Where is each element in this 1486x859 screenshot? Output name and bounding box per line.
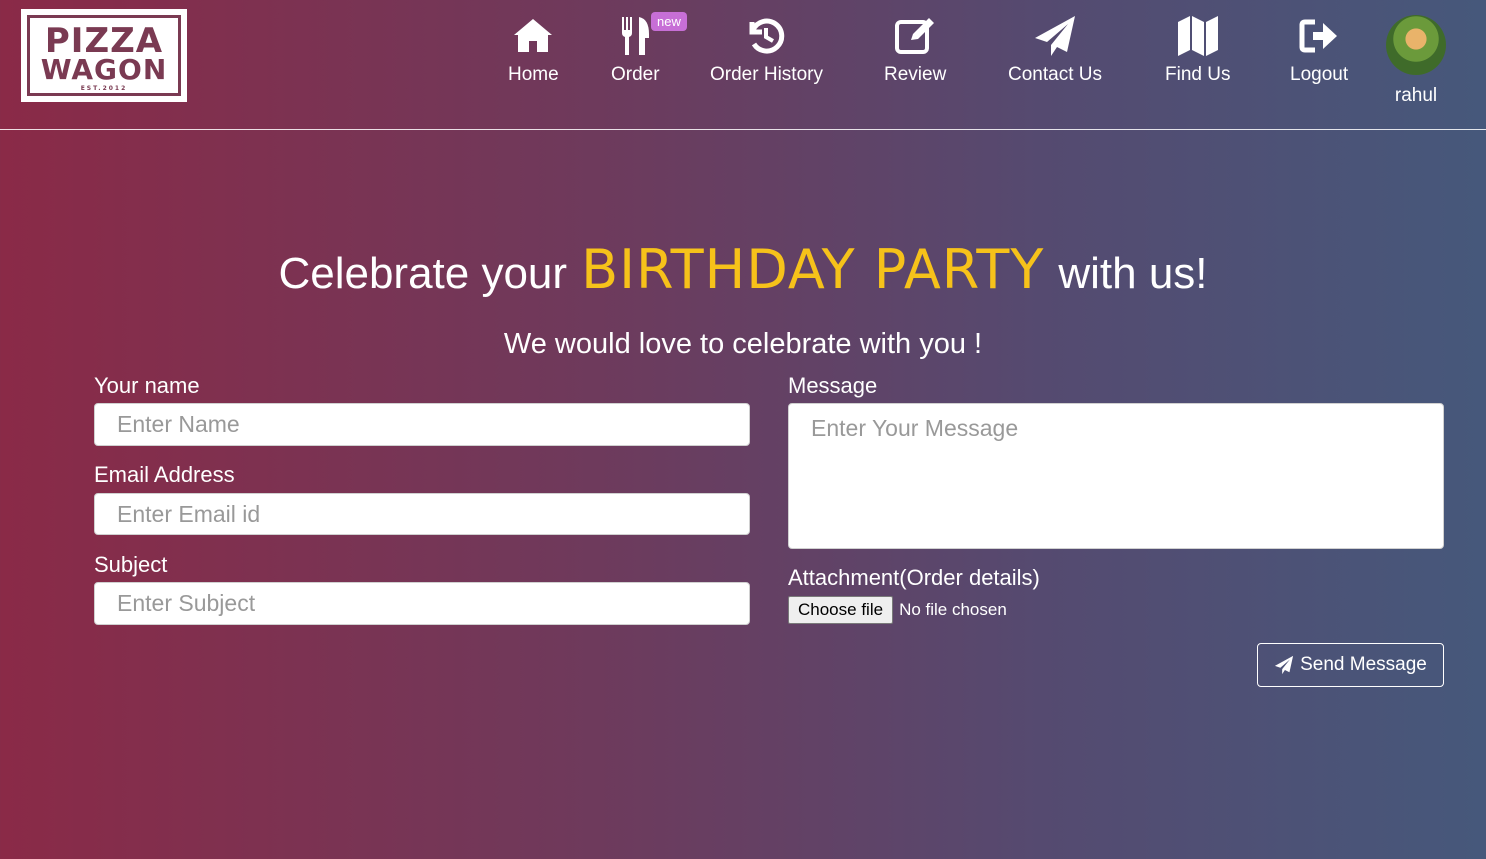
username: rahul [1394,85,1438,106]
new-badge: new [651,12,687,31]
nav-order-history[interactable]: Order History [710,14,823,86]
name-input[interactable] [94,403,750,446]
page-title: Celebrate your BIRTHDAY PARTY with us! [0,238,1486,301]
nav-find-us[interactable]: Find Us [1165,14,1230,86]
sign-out-icon [1299,19,1338,53]
nav-home[interactable]: Home [508,14,559,86]
nav-find-us-label: Find Us [1165,64,1231,85]
attachment-label: Attachment(Order details) [788,565,1040,590]
title-post: with us! [1058,249,1208,298]
logo-text-line3: EST.2012 [80,85,128,92]
nav-order-label: Order [611,64,660,85]
nav-review[interactable]: Review [884,14,946,86]
history-icon [749,18,785,54]
paper-plane-icon [1034,16,1075,56]
nav-order[interactable]: new Order [611,12,687,86]
edit-icon [895,18,935,54]
user-profile[interactable]: rahul [1386,15,1446,107]
nav-home-label: Home [508,64,559,85]
nav-logout-label: Logout [1290,64,1349,85]
subject-label: Subject [94,552,168,577]
logo-frame: PIZZA WAGON EST.2012 [27,15,181,96]
send-message-button[interactable]: Send Message [1257,643,1444,687]
pizza-wagon-logo[interactable]: PIZZA WAGON EST.2012 [21,9,187,102]
file-status: No file chosen [899,599,1007,619]
title-highlight: BIRTHDAY PARTY [581,238,1045,301]
nav-logout[interactable]: Logout [1290,14,1348,86]
page-subtitle: We would love to celebrate with you ! [503,328,983,360]
message-label: Message [788,373,878,398]
message-textarea[interactable] [788,403,1444,549]
email-label: Email Address [94,462,235,487]
send-message-label: Send Message [1300,654,1427,675]
nav-contact[interactable]: Contact Us [1008,14,1102,86]
file-input: Choose file No file chosen [788,595,1007,624]
email-input[interactable] [94,493,750,535]
map-icon [1177,16,1218,56]
navbar: PIZZA WAGON EST.2012 Home new Order Orde… [0,0,1486,130]
nav-order-history-label: Order History [710,64,823,85]
choose-file-button[interactable]: Choose file [788,595,894,624]
nav-review-label: Review [884,64,947,85]
subject-input[interactable] [94,582,750,625]
avatar[interactable] [1386,15,1446,75]
paper-plane-icon [1275,655,1294,675]
name-label: Your name [94,373,200,398]
home-icon [514,19,553,52]
title-pre: Celebrate your [278,249,568,298]
nav-contact-label: Contact Us [1008,64,1102,85]
logo-text-line2: WAGON [40,53,168,86]
